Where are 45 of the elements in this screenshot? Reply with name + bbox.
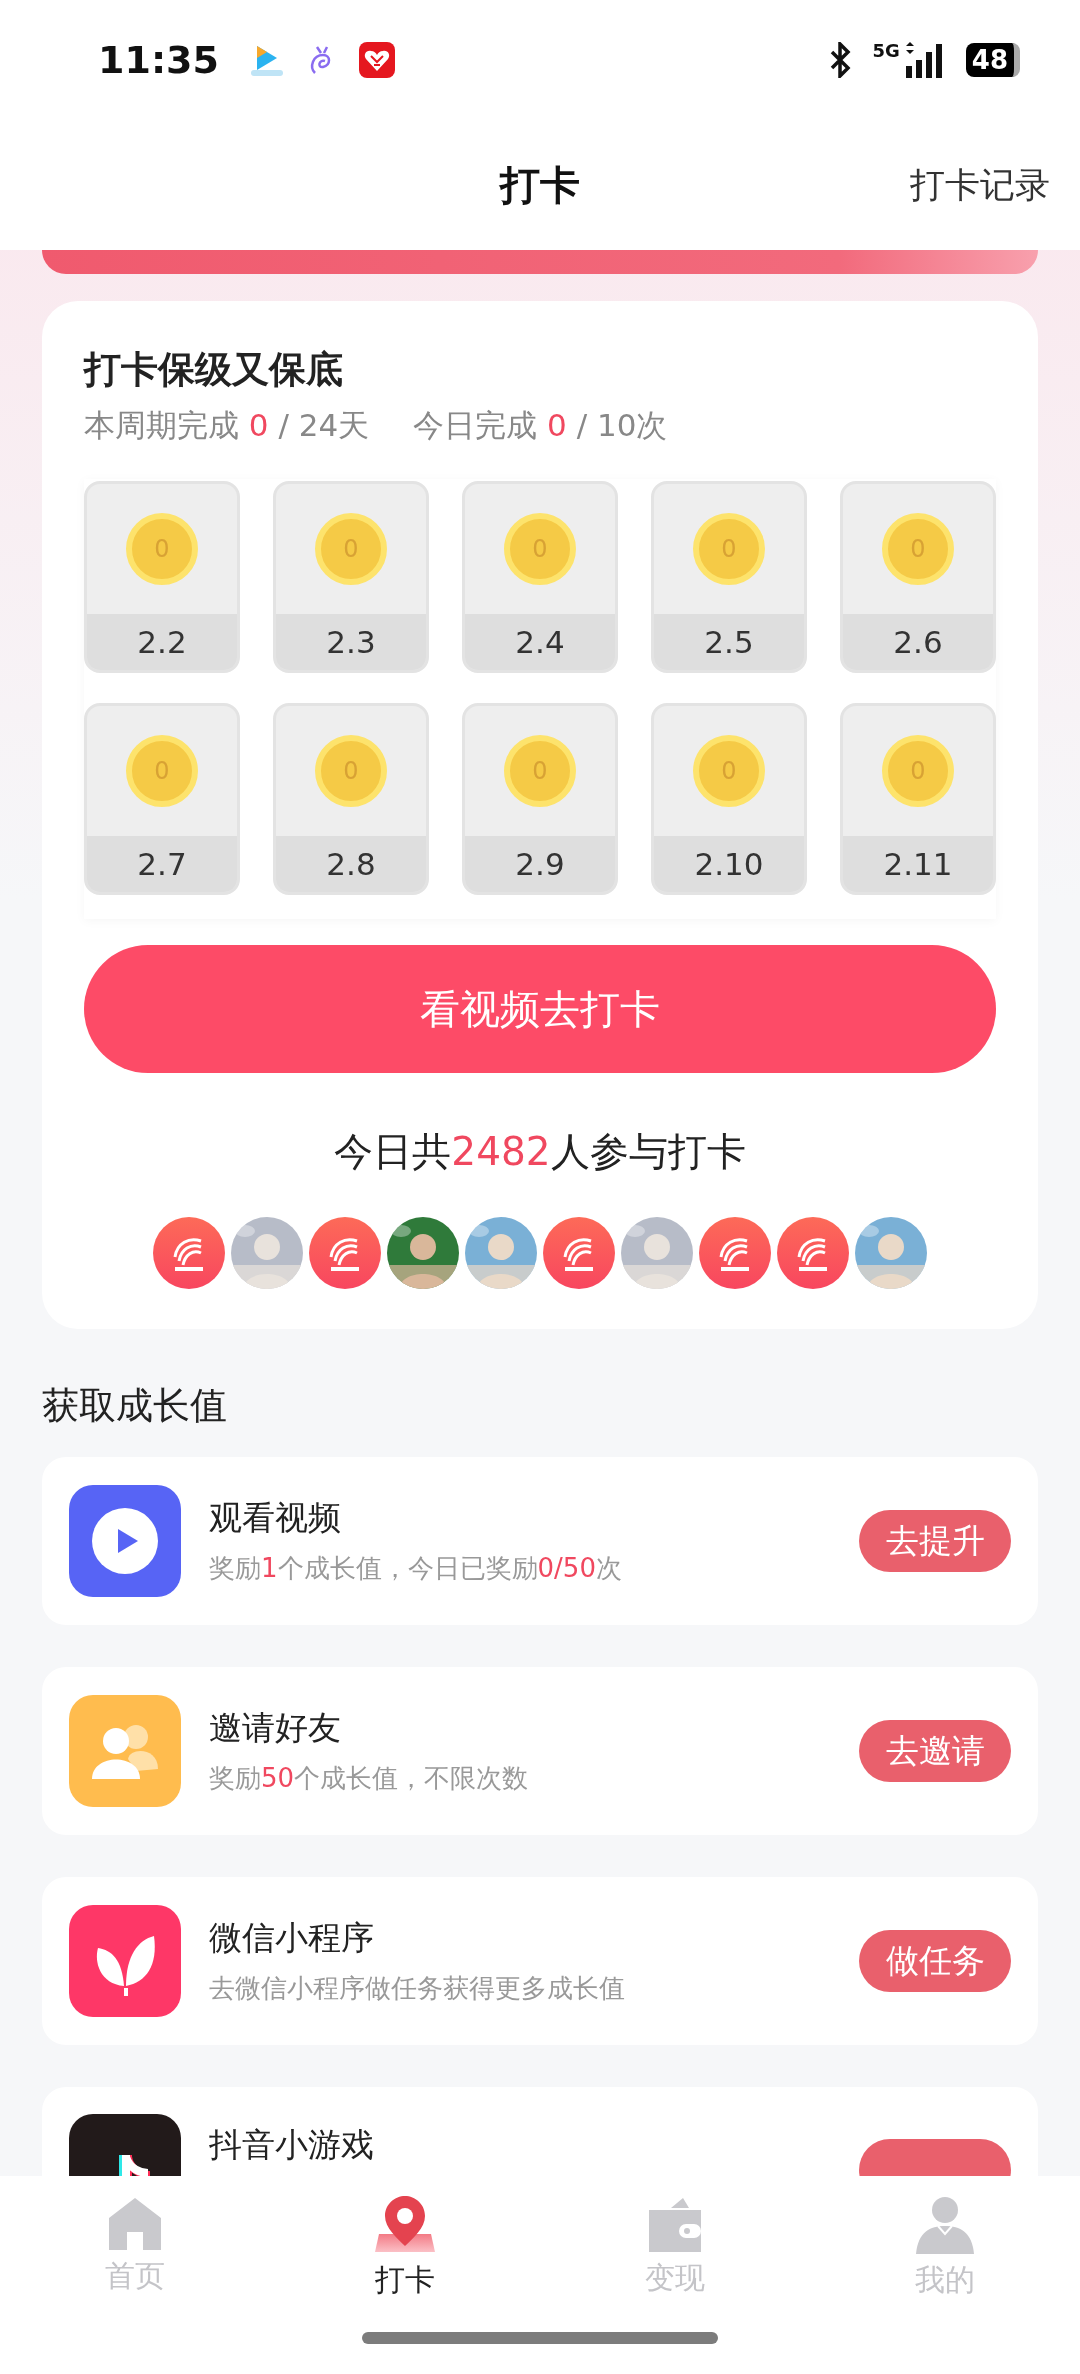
person-icon	[916, 2196, 974, 2254]
app-notification-icon	[358, 42, 395, 78]
watch-video-checkin-button[interactable]: 看视频去打卡	[84, 945, 996, 1073]
day-date: 2.2	[87, 614, 237, 670]
location-pin-icon	[375, 2196, 435, 2254]
play-icon	[69, 1485, 181, 1597]
progress-stat: 本周期完成 0 / 24天	[84, 406, 370, 445]
task-button[interactable]: 去邀请	[859, 1720, 1011, 1782]
day-date: 2.8	[276, 836, 426, 892]
day-date: 2.7	[87, 836, 237, 892]
checkin-history-link[interactable]: 打卡记录	[910, 161, 1050, 209]
participant-count: 今日共2482人参与打卡	[333, 1128, 747, 1176]
task-button[interactable]: 去提升	[859, 1510, 1011, 1572]
task-title: 观看视频	[209, 1497, 342, 1539]
tab-bar-item[interactable]: 我的	[810, 2176, 1080, 2302]
tab-bar-item[interactable]: 打卡	[270, 2176, 540, 2302]
card-title: 打卡保级又保底	[84, 347, 344, 393]
network-type: 5G	[872, 40, 900, 61]
leaf-icon	[69, 1905, 181, 2017]
battery-level: 48	[965, 43, 1020, 77]
day-date: 2.6	[843, 614, 993, 670]
day-date: 2.5	[654, 614, 804, 670]
day-date: 2.9	[465, 836, 615, 892]
day-date: 2.4	[465, 614, 615, 670]
wallet-icon	[647, 2196, 703, 2252]
bluetooth-icon	[828, 42, 851, 78]
day-date: 2.10	[654, 836, 804, 892]
day-date: 2.3	[276, 614, 426, 670]
task-title: 微信小程序	[209, 1917, 375, 1959]
task-description: 去微信小程序做任务获得更多成长值	[209, 1972, 626, 2005]
home-icon	[107, 2196, 163, 2250]
page-title: 打卡	[500, 160, 580, 210]
task-description: 奖励1个成长值，今日已奖励0/50次	[209, 1552, 623, 1585]
clock-time: 11:35	[98, 38, 219, 82]
progress-stat: 今日完成 0 / 10次	[413, 406, 668, 445]
task-description: 奖励50个成长值，不限次数	[209, 1762, 530, 1795]
section-title: 获取成长值	[42, 1383, 228, 1429]
task-title: 抖音小游戏	[209, 2124, 375, 2166]
task-button[interactable]: 做任务	[859, 1930, 1011, 1992]
day-date: 2.11	[843, 836, 993, 892]
people-icon	[69, 1695, 181, 1807]
task-title: 邀请好友	[209, 1707, 342, 1749]
signal-icon	[903, 42, 944, 78]
tab-bar-item[interactable]: 变现	[540, 2176, 810, 2302]
tab-bar-item[interactable]: 首页	[0, 2176, 270, 2302]
